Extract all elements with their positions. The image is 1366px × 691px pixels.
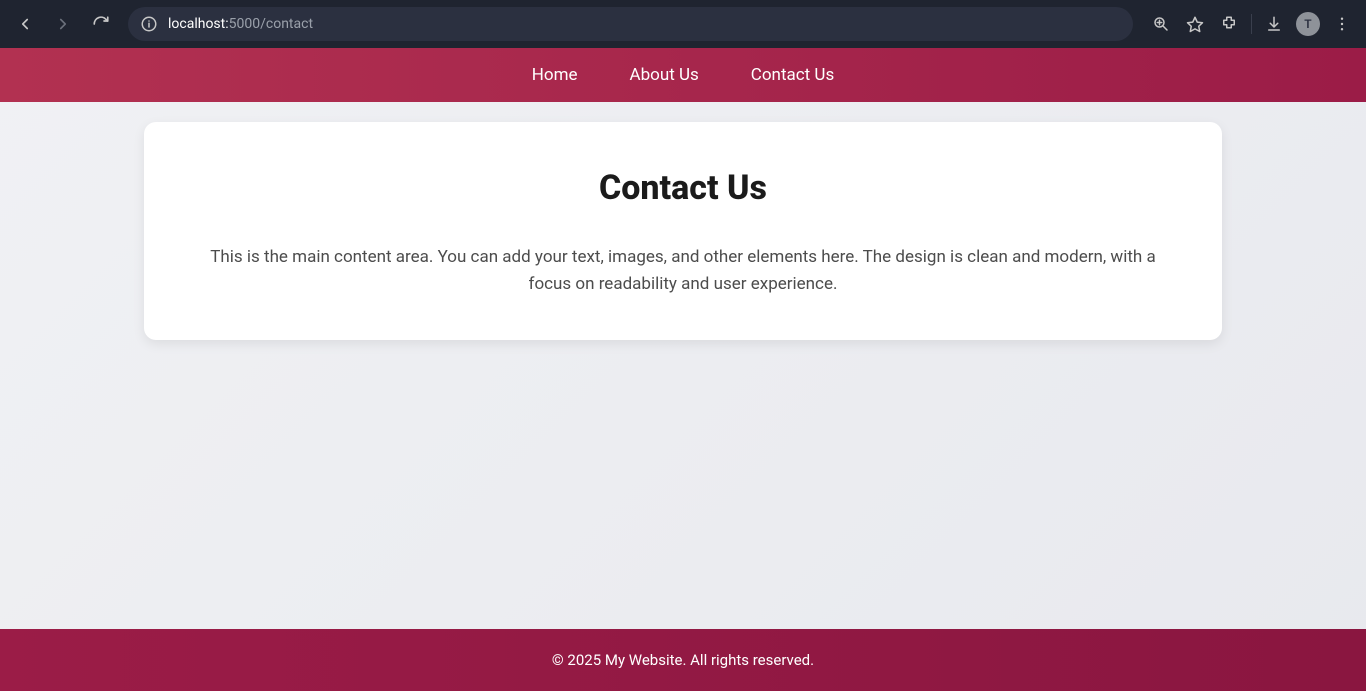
extensions-icon[interactable] bbox=[1213, 7, 1245, 41]
back-button[interactable] bbox=[8, 7, 42, 41]
url-path: 5000/contact bbox=[229, 16, 313, 32]
nav-link-home[interactable]: Home bbox=[532, 65, 578, 85]
site-nav: Home About Us Contact Us bbox=[0, 48, 1366, 102]
content-card: Contact Us This is the main content area… bbox=[144, 122, 1222, 340]
page-paragraph: This is the main content area. You can a… bbox=[200, 244, 1166, 298]
site-info-icon[interactable] bbox=[140, 15, 158, 33]
downloads-icon[interactable] bbox=[1258, 7, 1290, 41]
browser-actions: T bbox=[1145, 7, 1358, 41]
reload-button[interactable] bbox=[84, 7, 118, 41]
page-body: Contact Us This is the main content area… bbox=[0, 102, 1366, 629]
zoom-icon[interactable] bbox=[1145, 7, 1177, 41]
page-title: Contact Us bbox=[200, 168, 1166, 208]
profile-avatar[interactable]: T bbox=[1296, 12, 1320, 36]
avatar-letter: T bbox=[1304, 17, 1311, 31]
url-text: localhost:5000/contact bbox=[168, 16, 1121, 32]
nav-link-contact[interactable]: Contact Us bbox=[751, 65, 834, 85]
forward-button[interactable] bbox=[46, 7, 80, 41]
site-footer: © 2025 My Website. All rights reserved. bbox=[0, 629, 1366, 691]
toolbar-divider bbox=[1251, 14, 1252, 34]
browser-toolbar: localhost:5000/contact T bbox=[0, 0, 1366, 48]
footer-text: © 2025 My Website. All rights reserved. bbox=[552, 651, 814, 669]
page-viewport: Home About Us Contact Us Contact Us This… bbox=[0, 48, 1366, 691]
url-host: localhost: bbox=[168, 16, 229, 32]
bookmark-icon[interactable] bbox=[1179, 7, 1211, 41]
nav-link-about[interactable]: About Us bbox=[630, 65, 699, 85]
menu-icon[interactable] bbox=[1326, 7, 1358, 41]
address-bar[interactable]: localhost:5000/contact bbox=[128, 7, 1133, 41]
